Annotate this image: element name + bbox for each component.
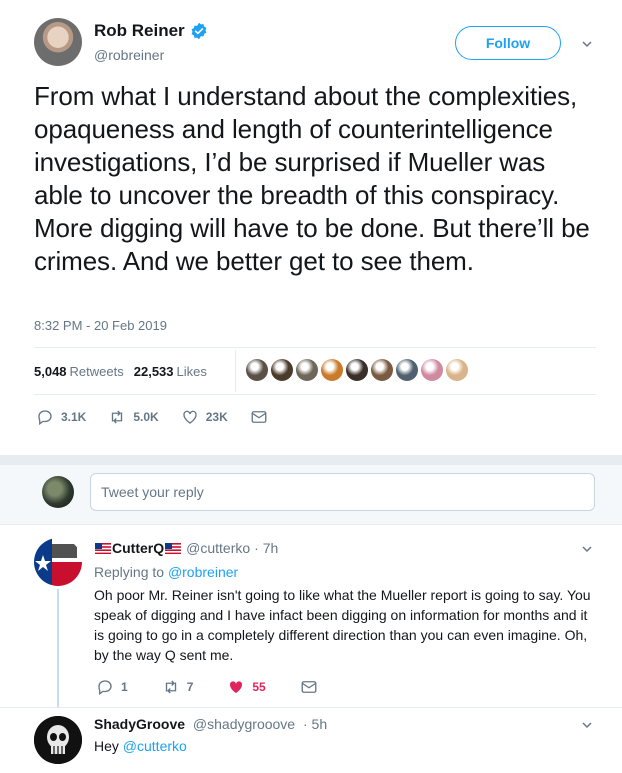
retweet-icon (165, 680, 176, 694)
author-handle[interactable]: @robreiner (94, 47, 164, 63)
liker-avatar[interactable] (421, 359, 443, 381)
direct-message-button[interactable] (250, 408, 275, 426)
chevron-down-icon[interactable] (580, 542, 594, 556)
tweet-actions: 3.1K 5.0K 23K (36, 408, 297, 426)
liker-avatar[interactable] (296, 359, 318, 381)
stats-separator (235, 350, 236, 392)
liker-avatar[interactable] (321, 359, 343, 381)
liker-avatars (246, 359, 471, 381)
divider (34, 394, 596, 395)
reply-author-name[interactable]: CutterQ (112, 540, 164, 556)
current-user-avatar (42, 476, 74, 508)
divider (34, 347, 596, 348)
reply-count: 1 (121, 680, 128, 694)
reply-button[interactable]: 1 (96, 678, 128, 696)
reply-text: Oh poor Mr. Reiner isn't going to like w… (94, 587, 591, 663)
reply-author-handle[interactable]: @shadygrooove (193, 716, 295, 732)
replying-to-label: Replying to (94, 564, 165, 580)
texas-flag-avatar-icon (34, 538, 82, 586)
liker-avatar[interactable] (246, 359, 268, 381)
reply-icon (98, 680, 112, 696)
mention-link[interactable]: @cutterko (123, 738, 187, 754)
likes-label[interactable]: Likes (177, 364, 207, 379)
retweets-label[interactable]: Retweets (70, 364, 124, 379)
direct-message-button[interactable] (300, 678, 325, 696)
reply-header: CutterQ @cutterko · 7h (94, 540, 278, 556)
retweet-count: 7 (186, 680, 194, 694)
skull-avatar-icon (34, 716, 82, 764)
us-flag-icon (95, 542, 111, 554)
reply-input[interactable]: Tweet your reply (90, 473, 595, 511)
reply-icon (38, 410, 52, 426)
reply-author-avatar[interactable] (34, 716, 82, 764)
reply-author-avatar[interactable] (34, 538, 82, 586)
liker-avatar[interactable] (446, 359, 468, 381)
retweet-count: 5.0K (133, 410, 159, 424)
reply-count: 3.1K (61, 410, 87, 424)
reply-header: ShadyGroove @shadygrooove · 5h (94, 716, 327, 732)
chevron-down-icon[interactable] (580, 37, 594, 51)
likes-count[interactable]: 22,533 (134, 364, 174, 379)
reply-author-handle[interactable]: @cutterko (186, 540, 250, 556)
liker-avatar[interactable] (271, 359, 293, 381)
replying-to: Replying to @robreiner (94, 564, 238, 580)
retweets-count[interactable]: 5,048 (34, 364, 67, 379)
envelope-icon (251, 411, 267, 423)
verified-badge-icon (191, 22, 207, 40)
liker-avatar[interactable] (371, 359, 393, 381)
us-flag-icon (165, 542, 182, 554)
like-count: 55 (252, 680, 266, 694)
divider (0, 707, 622, 708)
reply-time[interactable]: · 7h (254, 540, 278, 556)
tweet-stats: 5,048 Retweets 22,533 Likes (34, 364, 217, 379)
reply-author-name[interactable]: ShadyGroove (94, 716, 185, 732)
thread-line (57, 589, 59, 707)
reply-text: Hey @cutterko (94, 738, 187, 754)
follow-button[interactable]: Follow (455, 26, 561, 60)
retweet-icon (112, 410, 123, 424)
reply-button[interactable]: 3.1K (36, 408, 86, 426)
like-button[interactable]: 55 (227, 678, 266, 696)
reply-actions: 1 7 55 (96, 678, 359, 696)
retweet-button[interactable]: 5.0K (108, 408, 159, 426)
tweet-text: From what I understand about the complex… (34, 81, 590, 276)
tweet-timestamp[interactable]: 8:32 PM - 20 Feb 2019 (34, 318, 167, 333)
reply-composer: Tweet your reply (0, 465, 622, 525)
liker-avatar[interactable] (396, 359, 418, 381)
reply-text-prefix: Hey (94, 738, 119, 754)
retweet-button[interactable]: 7 (162, 678, 194, 696)
main-tweet: Rob Reiner @robreiner Follow From what I… (0, 0, 622, 455)
replying-to-link[interactable]: @robreiner (168, 564, 238, 580)
liker-avatar[interactable] (346, 359, 368, 381)
like-button[interactable]: 23K (181, 408, 228, 426)
like-count: 23K (205, 410, 228, 424)
author-display-name[interactable]: Rob Reiner (94, 21, 185, 41)
section-separator (0, 455, 622, 465)
author-avatar[interactable] (34, 18, 82, 66)
reply-time[interactable]: · 5h (303, 716, 327, 732)
heart-icon (183, 410, 197, 424)
heart-filled-icon (230, 681, 243, 693)
envelope-icon (301, 681, 317, 693)
author-name-row: Rob Reiner (94, 21, 208, 41)
chevron-down-icon[interactable] (580, 718, 594, 732)
